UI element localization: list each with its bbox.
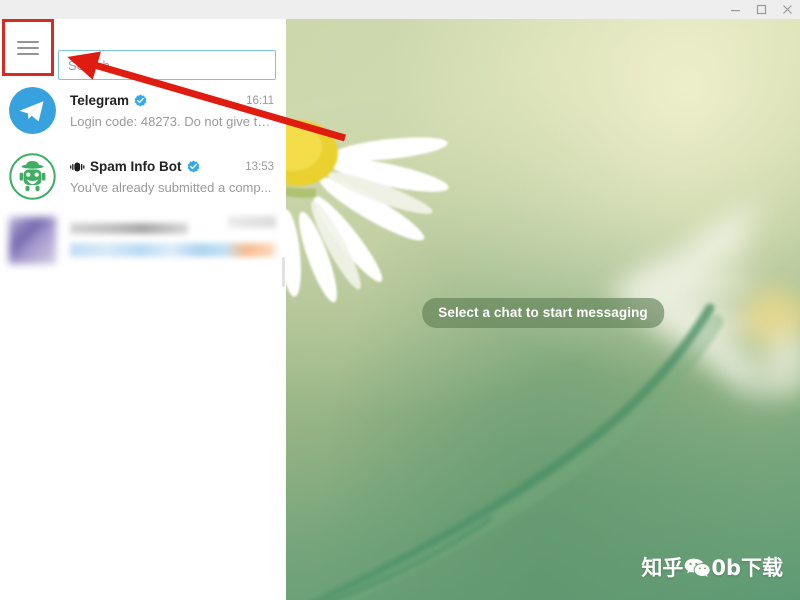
foreground-daisy	[286, 120, 449, 303]
sidebar-header: Search	[0, 19, 286, 80]
chat-name: Spam Info Bot	[90, 159, 182, 174]
empty-state-label: Select a chat to start messaging	[422, 298, 664, 328]
censored-name-bar	[70, 223, 188, 234]
censored-preview-bar	[70, 243, 279, 257]
hamburger-menu-icon	[17, 40, 39, 55]
wechat-icon	[684, 556, 711, 578]
chat-name: Telegram	[70, 93, 130, 108]
search-placeholder: Search	[68, 57, 110, 73]
verified-badge-icon	[187, 160, 200, 173]
censored-content	[70, 223, 279, 257]
censored-timestamp-bar	[228, 216, 276, 228]
chat-sidebar: Search Telegram 16:11 Login code: 48273.…	[0, 19, 286, 600]
chat-preview-text: You've already submitted a comp...	[70, 180, 272, 195]
spam-info-bot-avatar	[9, 152, 56, 200]
chat-list-item-telegram[interactable]: Telegram 16:11 Login code: 48273. Do not…	[0, 77, 286, 143]
chat-item-header: Telegram 16:11	[70, 91, 274, 110]
minimize-button[interactable]	[722, 0, 748, 19]
chat-item-header: Spam Info Bot 13:53	[70, 157, 274, 176]
chat-list-item-censored[interactable]	[0, 209, 286, 271]
telegram-logo-avatar	[9, 86, 56, 134]
maximize-button[interactable]	[748, 0, 774, 19]
chat-timestamp: 16:11	[246, 94, 274, 107]
telegram-desktop-window: Search Telegram 16:11 Login code: 48273.…	[0, 0, 800, 600]
chat-list: Telegram 16:11 Login code: 48273. Do not…	[0, 77, 286, 600]
censored-avatar	[9, 216, 56, 264]
chat-list-scrollbar[interactable]	[282, 257, 285, 287]
chat-item-content: Spam Info Bot 13:53 You've already submi…	[70, 157, 276, 195]
chat-list-item-spam-info-bot[interactable]: Spam Info Bot 13:53 You've already submi…	[0, 143, 286, 209]
verified-badge-icon	[134, 94, 147, 107]
watermark-prefix: 知乎	[641, 556, 684, 580]
close-button[interactable]	[774, 0, 800, 19]
search-input[interactable]: Search	[58, 50, 276, 80]
watermark: 知乎 0b下载	[641, 552, 783, 582]
chat-area: Select a chat to start messaging 知乎 0b下载	[286, 19, 800, 600]
hamburger-menu-button[interactable]	[2, 19, 54, 76]
watermark-suffix: 0b下载	[711, 556, 783, 580]
chat-timestamp: 13:53	[245, 160, 274, 173]
window-titlebar	[0, 0, 800, 19]
muted-notification-icon	[70, 161, 85, 173]
chat-item-content: Telegram 16:11 Login code: 48273. Do not…	[70, 91, 276, 129]
chat-preview-text: Login code: 48273. Do not give thi...	[70, 114, 274, 129]
